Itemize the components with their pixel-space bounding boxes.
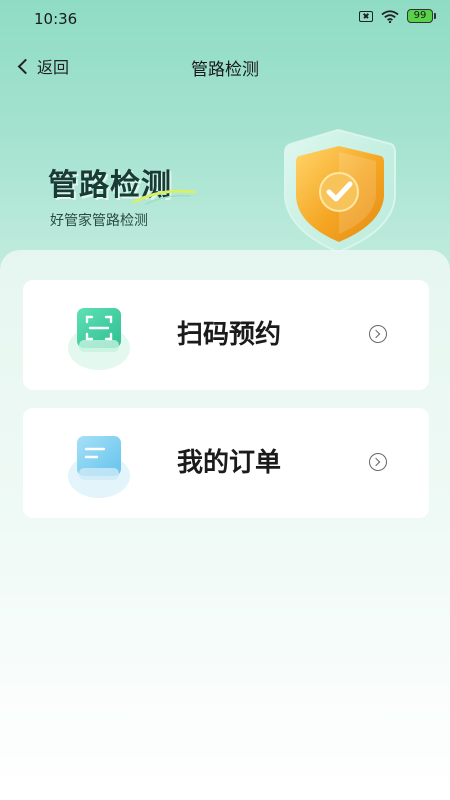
status-time: 10:36 xyxy=(34,10,78,28)
status-bar: 10:36 99 xyxy=(0,0,450,38)
swoosh-decoration xyxy=(132,189,196,205)
wifi-icon xyxy=(381,9,399,23)
chevron-right-circle-icon xyxy=(369,325,387,343)
battery-icon: 99 xyxy=(407,9,436,23)
my-orders-card[interactable]: 我的订单 xyxy=(23,408,429,518)
scan-appointment-card[interactable]: 扫码预约 xyxy=(23,280,429,390)
chevron-right-circle-icon xyxy=(369,453,387,471)
no-sim-icon xyxy=(359,10,373,22)
status-icons: 99 xyxy=(359,9,436,23)
nav-bar: 返回 管路检测 xyxy=(0,44,450,88)
battery-level: 99 xyxy=(407,9,433,23)
hero-subtitle: 好管家管路检测 xyxy=(50,213,148,229)
page-title: 管路检测 xyxy=(191,60,259,80)
shield-check-icon xyxy=(284,128,396,254)
